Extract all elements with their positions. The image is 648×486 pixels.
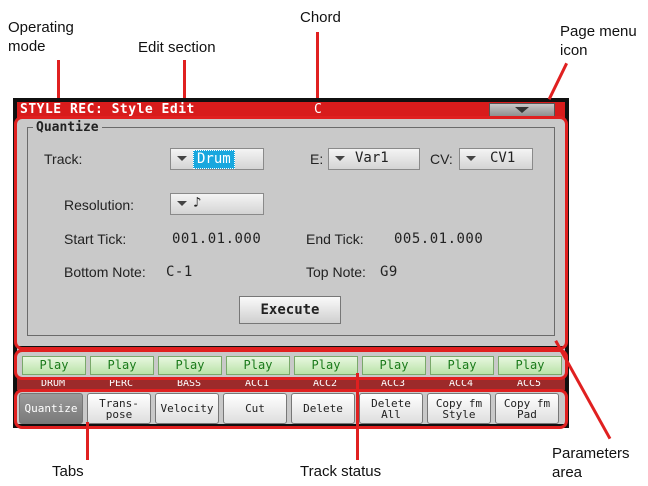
chevron-down-icon: [515, 107, 529, 113]
track-status-highlight: [14, 349, 568, 380]
callout-operating-mode: Operating mode: [8, 19, 74, 55]
pointer-tabs: [86, 422, 89, 460]
pointer-page-menu: [547, 62, 568, 100]
callout-tabs: Tabs: [52, 463, 84, 480]
callout-track-status: Track status: [300, 463, 382, 480]
pointer-operating-mode: [57, 60, 60, 100]
pointer-chord: [316, 32, 319, 100]
callout-parameters-area: Parameters area: [552, 445, 630, 481]
callout-edit-section: Edit section: [138, 39, 216, 56]
tabs-highlight: [14, 389, 568, 429]
callout-chord: Chord: [300, 9, 341, 26]
parameters-area-highlight: [14, 116, 568, 350]
pointer-track-status: [356, 373, 359, 460]
pointer-edit-section: [183, 60, 186, 100]
callout-page-menu-icon: Page menu icon: [560, 23, 637, 59]
